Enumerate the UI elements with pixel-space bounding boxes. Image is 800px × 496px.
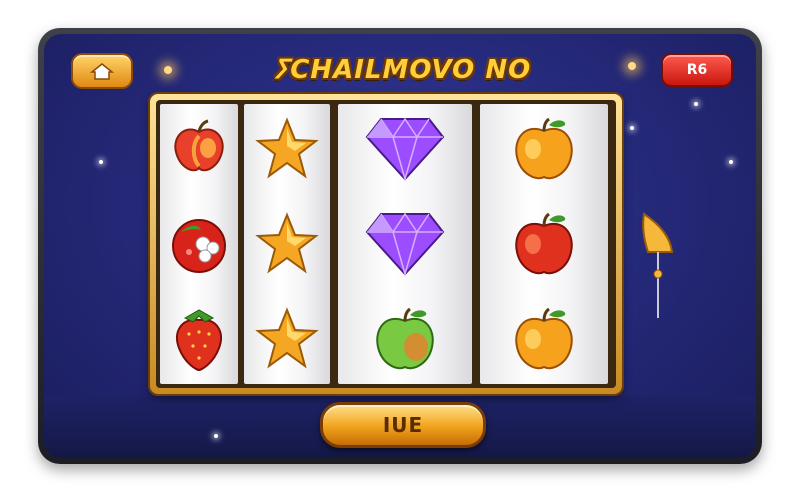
sparkle — [99, 160, 103, 164]
home-icon — [89, 63, 115, 80]
orange-apple-icon — [509, 304, 579, 374]
reel-frame — [150, 94, 622, 394]
sparkle — [630, 126, 634, 130]
sparkle — [164, 66, 172, 74]
game-screen: ⵢCHAILMOVO NO R6 IUE — [44, 34, 756, 458]
home-button[interactable] — [71, 53, 133, 89]
star-icon — [252, 209, 322, 279]
green-apple-icon — [370, 304, 440, 374]
game-title: ⵢCHAILMOVO NO — [272, 55, 532, 85]
strawberry-slice-icon — [164, 209, 234, 279]
spin-button[interactable]: IUE — [320, 402, 486, 448]
reel-3 — [338, 104, 472, 384]
strawberry-icon — [164, 304, 234, 374]
red-apple-icon — [509, 209, 579, 279]
device-frame: ⵢCHAILMOVO NO R6 IUE — [38, 28, 762, 464]
level-badge-button[interactable]: R6 — [661, 53, 733, 87]
sparkle — [729, 160, 733, 164]
sparkle — [694, 102, 698, 106]
star-icon — [252, 114, 322, 184]
reel-2 — [244, 104, 330, 384]
diamond-icon — [360, 114, 450, 184]
diamond-icon — [360, 209, 450, 279]
reel-1 — [160, 104, 238, 384]
reel-4 — [480, 104, 608, 384]
sparkle — [628, 62, 636, 70]
reel-window — [156, 100, 616, 388]
slot-lever[interactable] — [640, 212, 680, 322]
orange-apple-icon — [509, 114, 579, 184]
star-icon — [252, 304, 322, 374]
sparkle — [214, 434, 218, 438]
peach-icon — [164, 114, 234, 184]
lever-icon — [642, 212, 674, 318]
